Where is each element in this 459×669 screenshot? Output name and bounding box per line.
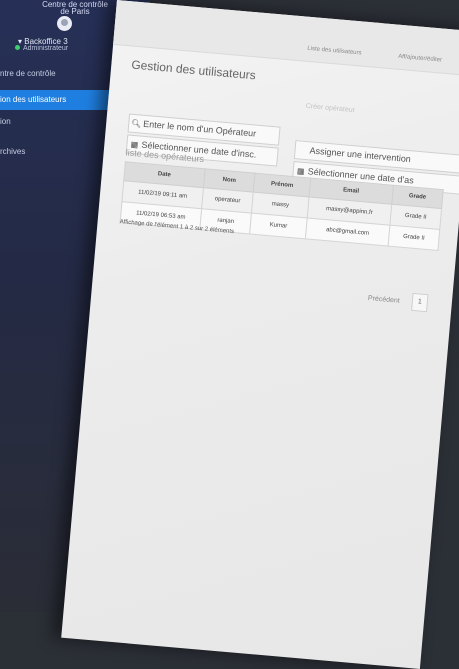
pagination-previous[interactable]: Précédent [368,295,400,305]
add-edit-button[interactable]: Aff/ajouter/éditer [384,48,455,70]
user-list-button[interactable]: Liste des utilisateurs [299,40,370,62]
user-role: Administrateur [15,45,68,52]
avatar[interactable] [57,16,72,31]
sidebar-item-label: ion [0,117,11,126]
online-status-icon [15,45,20,50]
sidebar-item-label: ion des utilisateurs [0,95,67,104]
sidebar-item-label: ntre de contrôle [0,69,56,78]
create-operator-button[interactable]: Créer opérateur [280,101,381,124]
main-panel: Liste des utilisateurs Aff/ajouter/édite… [61,0,459,669]
search-icon: 🔍︎ [130,118,142,129]
cell-grade: Grade II [388,225,440,251]
cell-prenom: Kumar [249,213,308,239]
assign-intervention-label: Assigner une intervention [309,145,412,165]
pagination-page-1[interactable]: 1 [411,292,429,313]
assign-spacer [295,152,309,153]
page-title: Gestion des utilisateurs [130,57,257,83]
operator-name-placeholder: Enter le nom d'un Opérateur [142,118,257,139]
sidebar-item-label: rchives [0,147,26,156]
user-role-label: Administrateur [23,45,69,52]
